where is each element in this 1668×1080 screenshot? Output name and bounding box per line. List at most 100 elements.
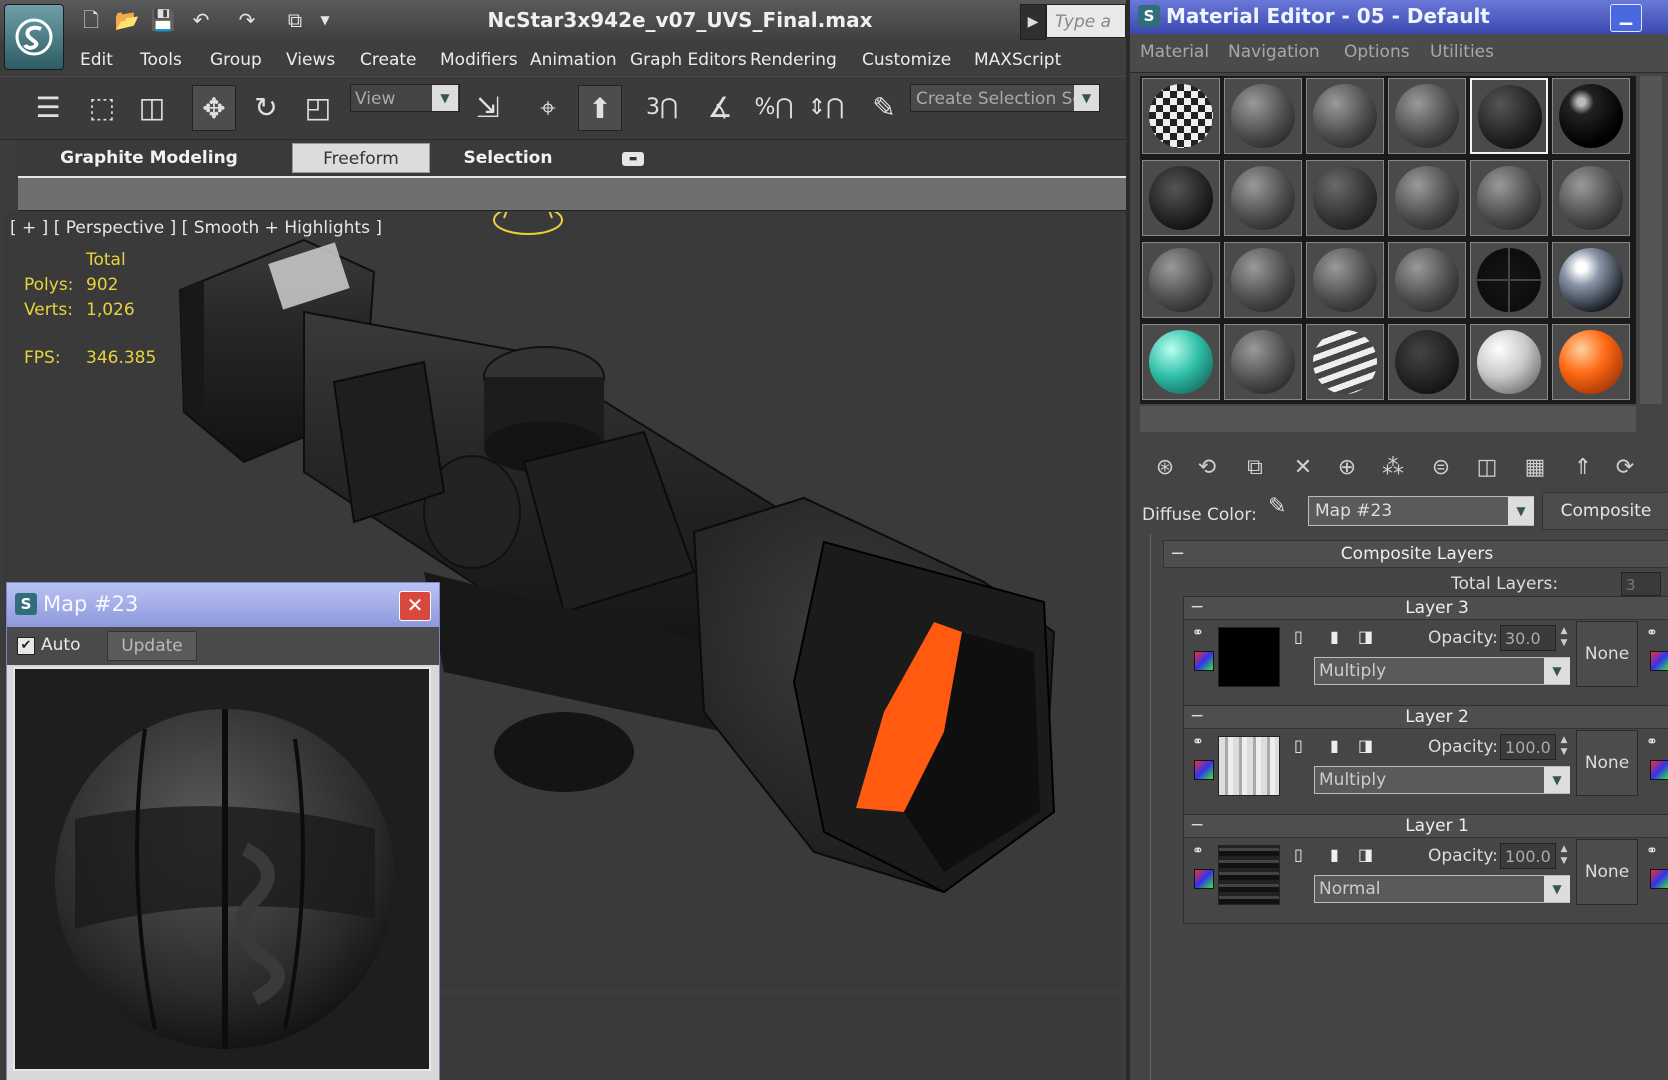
edit-named-selection-icon[interactable]: ✎ [862, 85, 906, 131]
minimize-icon[interactable]: ▁ [1610, 4, 1642, 32]
search-input[interactable]: Type a k [1046, 4, 1126, 66]
mask-color-correction-icon[interactable] [1650, 760, 1668, 780]
material-slot[interactable] [1306, 160, 1384, 236]
opacity-field[interactable]: 100.0 [1500, 734, 1556, 760]
go-to-parent-icon[interactable]: ⇑ [1564, 448, 1602, 488]
mask-visibility-toggle-icon[interactable]: ⚭ [1646, 625, 1658, 641]
visibility-toggle-icon[interactable]: ⚭ [1192, 625, 1204, 641]
material-slot[interactable] [1470, 160, 1548, 236]
keyboard-shortcut-override-icon[interactable]: ⬆ [578, 85, 622, 131]
material-slot[interactable] [1388, 324, 1466, 400]
remove-layer-icon[interactable]: ▯ [1294, 845, 1310, 867]
material-slot[interactable] [1142, 324, 1220, 400]
material-slot[interactable] [1552, 160, 1630, 236]
open-file-icon[interactable]: 📂 [114, 6, 140, 34]
color-correction-icon[interactable] [1194, 869, 1214, 889]
chevron-down-icon[interactable]: ▼ [1074, 85, 1099, 111]
material-slot[interactable] [1224, 324, 1302, 400]
material-slot[interactable] [1142, 242, 1220, 318]
put-to-scene-icon[interactable]: ⟲ [1188, 448, 1226, 488]
copy-material-icon[interactable]: ⊕ [1328, 448, 1366, 488]
remove-layer-icon[interactable]: ▯ [1294, 627, 1310, 649]
select-by-name-icon[interactable]: ☰ [26, 85, 70, 131]
viewport-label[interactable]: [ + ] [ Perspective ] [ Smooth + Highlig… [10, 218, 382, 238]
select-and-move-icon[interactable]: ✥ [192, 85, 236, 131]
duplicate-layer-icon[interactable]: ◨ [1358, 627, 1374, 649]
material-slot[interactable] [1388, 78, 1466, 154]
menu-tools[interactable]: Tools [140, 44, 182, 76]
reset-map-icon[interactable]: ✕ [1284, 448, 1322, 488]
blend-mode-dropdown[interactable]: Multiply [1314, 766, 1570, 794]
blend-mode-dropdown[interactable]: Multiply [1314, 657, 1570, 685]
chevron-down-icon[interactable]: ▼ [1544, 767, 1570, 793]
layer-header[interactable]: Layer 2 − [1184, 706, 1668, 729]
rename-layer-icon[interactable]: ▮ [1330, 736, 1346, 758]
save-icon[interactable]: 💾 [150, 6, 176, 34]
percent-snap-icon[interactable]: %⋂ [752, 85, 796, 131]
layer-header[interactable]: Layer 1 − [1184, 815, 1668, 838]
application-button[interactable] [4, 4, 64, 70]
named-selection-dropdown[interactable]: Create Selection Se [910, 84, 1100, 112]
menu-rendering[interactable]: Rendering [750, 44, 837, 76]
opacity-spinner-icon[interactable]: ▲ ▼ [1558, 843, 1570, 869]
search-expand-icon[interactable]: ▶ [1020, 4, 1046, 40]
rename-layer-icon[interactable]: ▮ [1330, 845, 1346, 867]
mask-button[interactable]: None [1576, 621, 1638, 687]
material-slot[interactable] [1470, 78, 1548, 154]
map-name-dropdown[interactable]: Map #23 [1308, 496, 1534, 526]
get-material-icon[interactable]: ⊛ [1146, 448, 1184, 488]
menu-animation[interactable]: Animation [530, 44, 617, 76]
material-editor-title-bar[interactable]: S Material Editor - 05 - Default ▁ [1130, 0, 1668, 34]
layer-texture-thumbnail[interactable] [1218, 736, 1280, 796]
material-slot[interactable] [1306, 242, 1384, 318]
opacity-field[interactable]: 30.0 [1500, 625, 1556, 651]
menu-create[interactable]: Create [360, 44, 417, 76]
show-map-in-viewport-icon[interactable]: ▦ [1516, 448, 1554, 488]
select-manipulate-icon[interactable]: ⌖ [526, 85, 570, 131]
menu-modifiers[interactable]: Modifiers [440, 44, 518, 76]
menu-material[interactable]: Material [1140, 42, 1209, 62]
material-slot[interactable] [1306, 78, 1384, 154]
layer-texture-thumbnail[interactable] [1218, 627, 1280, 687]
mask-color-correction-icon[interactable] [1650, 869, 1668, 889]
menu-customize[interactable]: Customize [862, 44, 951, 76]
chevron-down-icon[interactable]: ▼ [1508, 497, 1534, 525]
menu-views[interactable]: Views [286, 44, 335, 76]
chevron-down-icon[interactable]: ▼ [432, 85, 458, 111]
material-slot[interactable] [1552, 242, 1630, 318]
remove-layer-icon[interactable]: ▯ [1294, 736, 1310, 758]
chevron-down-icon[interactable]: ▼ [1544, 876, 1570, 902]
map-type-button[interactable]: Composite [1542, 492, 1668, 530]
slots-vertical-scrollbar[interactable] [1640, 76, 1662, 404]
menu-graph-editors[interactable]: Graph Editors [630, 44, 747, 76]
material-slot[interactable] [1388, 242, 1466, 318]
mask-button[interactable]: None [1576, 730, 1638, 796]
material-slot[interactable] [1552, 324, 1630, 400]
layer-header[interactable]: Layer 3 − [1184, 597, 1668, 620]
material-slot[interactable] [1552, 78, 1630, 154]
blend-mode-dropdown[interactable]: Normal [1314, 875, 1570, 903]
use-pivot-center-icon[interactable]: ⇲ [466, 85, 510, 131]
close-icon[interactable]: ✕ [399, 591, 431, 621]
material-slot[interactable] [1388, 160, 1466, 236]
visibility-toggle-icon[interactable]: ⚭ [1192, 734, 1204, 750]
opacity-spinner-icon[interactable]: ▲ ▼ [1558, 625, 1570, 651]
opacity-spinner-icon[interactable]: ▲ ▼ [1558, 734, 1570, 760]
spinner-snap-icon[interactable]: ⇕⋂ [804, 85, 848, 131]
material-slot[interactable] [1142, 78, 1220, 154]
map-window-title-bar[interactable]: S Map #23 ✕ [7, 583, 439, 627]
select-and-rotate-icon[interactable]: ↻ [244, 85, 288, 131]
menu-maxscript[interactable]: MAXScript [974, 44, 1061, 76]
material-slot[interactable] [1224, 160, 1302, 236]
chevron-down-icon[interactable]: ▼ [1544, 658, 1570, 684]
auto-checkbox[interactable]: ✔ [17, 637, 35, 655]
tab-selection[interactable]: Selection [458, 143, 558, 173]
rectangular-selection-icon[interactable]: ⬚ [80, 85, 124, 131]
tab-freeform[interactable]: Freeform [292, 143, 430, 173]
total-layers-field[interactable]: 3 [1621, 572, 1661, 596]
put-to-library-icon[interactable]: ⊜ [1422, 448, 1460, 488]
menu-options[interactable]: Options [1344, 42, 1410, 62]
collapse-icon[interactable]: − [1170, 543, 1185, 564]
opacity-field[interactable]: 100.0 [1500, 843, 1556, 869]
visibility-toggle-icon[interactable]: ⚭ [1192, 843, 1204, 859]
